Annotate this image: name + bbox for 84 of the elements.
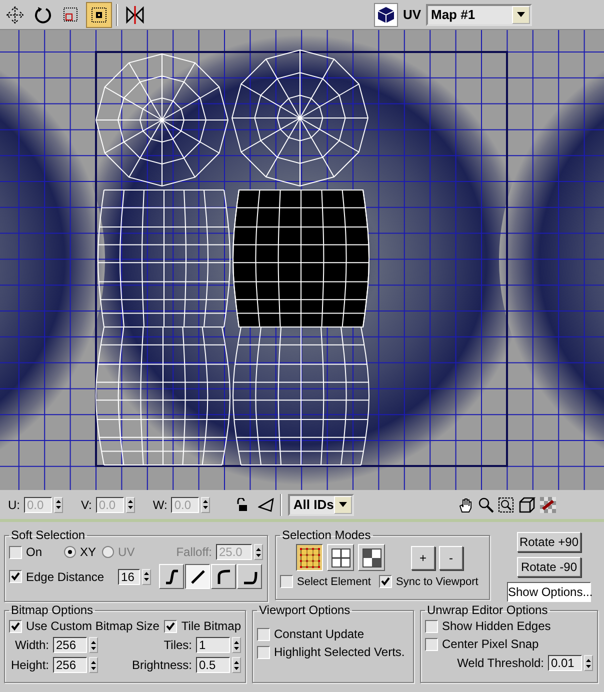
spinner-button[interactable] [89,657,98,673]
coordinate-label: V: [81,498,92,512]
field-label: Width: [14,638,49,652]
checkbox-label: Constant Update [274,627,364,641]
spinner-button[interactable] [126,496,135,512]
uv-label: UV [402,7,422,22]
move-icon [6,6,24,24]
checkbox[interactable] [9,570,22,583]
shrink-button[interactable]: - [439,546,463,570]
checker-icon[interactable] [540,496,556,512]
edge-grid-icon [330,548,350,568]
input-field[interactable]: 0.5 [196,657,230,673]
spinner-button[interactable] [54,496,63,512]
checkbox-label: Center Pixel Snap [442,637,539,651]
dropdown-arrow-icon [517,12,525,17]
checkbox[interactable] [280,575,293,588]
radio-label: XY [80,545,96,559]
checkbox[interactable] [425,638,438,650]
checkbox-label: Highlight Selected Verts. [274,645,405,659]
spinner-button[interactable] [584,655,593,671]
field-label: Height: [10,658,49,672]
group-title: Selection Modes [281,528,372,542]
selection-mode-button[interactable] [296,544,323,571]
zoom-extents-icon[interactable] [518,496,536,512]
spinner-button[interactable] [201,496,210,512]
checkbox[interactable] [164,620,178,632]
spinner-button[interactable] [254,544,263,560]
action-button[interactable]: Rotate -90 [517,557,581,577]
vertex-grid-icon [300,548,320,568]
checkbox-label: Select Element [297,576,371,588]
coordinate-label: U: [8,498,20,512]
field-label: Tiles: [164,638,192,652]
input-field[interactable]: 256 [53,637,87,653]
action-button[interactable]: Show Options... [507,582,591,602]
field-label: Brightness: [132,658,192,672]
coordinate-label: W: [152,498,168,512]
grow-button[interactable]: + [411,546,435,570]
group-title: Bitmap Options [10,603,94,617]
radio-label: UV [118,545,135,559]
zoom-icon[interactable] [478,496,494,512]
map-dropdown[interactable]: Map #1 [426,4,532,26]
triangle-icon[interactable] [258,498,274,512]
checkbox-label: Tile Bitmap [181,619,241,633]
checkbox[interactable] [425,620,438,632]
checkbox-label: Sync to Viewport [396,576,478,588]
checkbox[interactable] [257,628,270,640]
spinner-button[interactable] [89,637,98,653]
checkbox[interactable] [378,575,392,588]
input-field[interactable]: 0.01 [548,655,582,671]
hand-pan-icon[interactable] [458,496,474,512]
group-title: Soft Selection [10,528,86,542]
checkbox-label: Edge Distance [26,570,104,584]
spinner-button[interactable] [232,637,241,653]
falloff-curve-button[interactable] [185,564,210,589]
checkbox-label: Use Custom Bitmap Size [26,619,160,633]
dropdown-arrow-icon [339,502,348,507]
rotate-icon [34,6,52,24]
checkbox-label: Show Hidden Edges [442,619,551,633]
radio-button[interactable] [102,546,114,558]
cube-icon [376,6,395,24]
freeform-icon [90,6,108,24]
zoom-region-icon[interactable] [498,496,514,512]
checkbox-label: On [26,545,42,559]
mirror-icon [125,6,145,24]
action-button[interactable]: Rotate +90 [517,532,581,552]
input-field[interactable]: 16 [118,568,140,584]
group-title: Viewport Options [258,603,352,617]
field-label: Weld Threshold: [457,656,544,670]
checkbox[interactable] [257,646,270,658]
spinner-button[interactable] [142,568,152,584]
id-filter-dropdown[interactable]: All IDs [288,494,354,516]
spinner-button[interactable] [232,657,241,673]
checkbox[interactable] [9,620,22,632]
group-title: Unwrap Editor Options [426,603,549,617]
falloff-label: Falloff: [176,545,212,559]
radio-button[interactable] [64,546,76,558]
tool-button[interactable] [86,2,112,28]
input-field[interactable]: 1 [196,637,230,653]
input-field[interactable]: 256 [53,657,87,673]
cube-button[interactable] [374,2,398,26]
scale-icon [62,6,80,24]
lock-icon[interactable] [236,498,248,512]
checkbox[interactable] [9,546,22,558]
face-grid-icon [362,548,382,568]
